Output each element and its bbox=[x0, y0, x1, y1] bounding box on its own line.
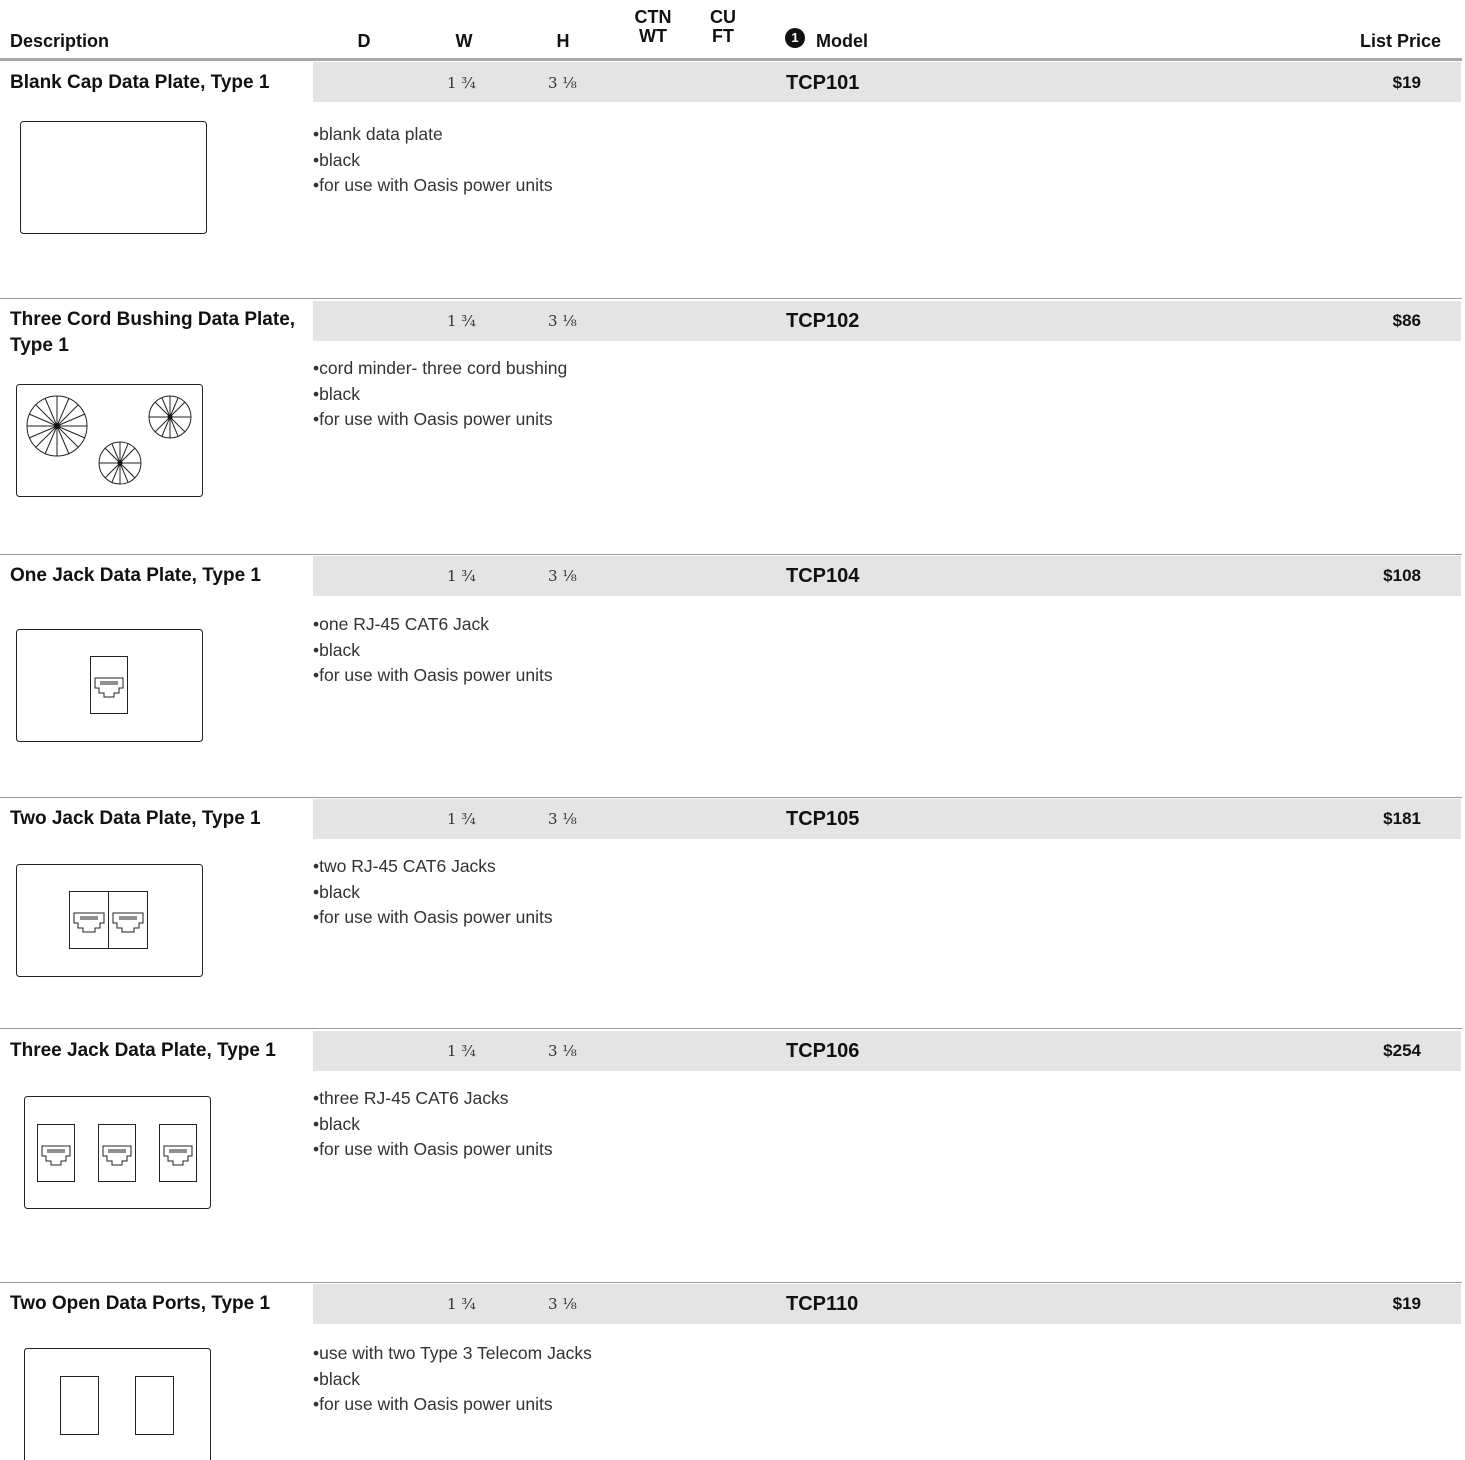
width-value: 1 ¾ bbox=[447, 1042, 476, 1060]
product-title: Blank Cap Data Plate, Type 1 bbox=[10, 72, 270, 93]
feature-item: for use with Oasis power units bbox=[313, 407, 567, 433]
height-value: 3 ⅛ bbox=[548, 1042, 577, 1060]
height-value: 3 ⅛ bbox=[548, 810, 577, 828]
open-port-cutout bbox=[60, 1376, 99, 1435]
height-value: 3 ⅛ bbox=[548, 1295, 577, 1313]
row-divider bbox=[0, 298, 1462, 299]
rj45-jack-icon bbox=[159, 1124, 197, 1182]
table-row: Two Open Data Ports, Type 1 1 ¾ 3 ⅛ TCP1… bbox=[0, 1282, 1465, 1460]
feature-list: use with two Type 3 Telecom Jacks black … bbox=[313, 1341, 592, 1418]
product-title: Two Open Data Ports, Type 1 bbox=[10, 1293, 271, 1314]
table-header: Description D W H CTN WT CU FT 1 Model L… bbox=[0, 0, 1465, 62]
header-carton-weight-top: CTN bbox=[634, 7, 672, 27]
table-row: One Jack Data Plate, Type 1 1 ¾ 3 ⅛ TCP1… bbox=[0, 554, 1465, 797]
table-row: Blank Cap Data Plate, Type 1 1 ¾ 3 ⅛ TCP… bbox=[0, 62, 1465, 298]
open-ports-plate-illustration bbox=[24, 1348, 211, 1460]
list-price: $86 bbox=[1392, 311, 1421, 330]
feature-item: three RJ-45 CAT6 Jacks bbox=[313, 1086, 553, 1112]
rj45-jack-icon bbox=[37, 1124, 75, 1182]
height-value: 3 ⅛ bbox=[548, 567, 577, 585]
feature-item: cord minder- three cord bushing bbox=[313, 356, 567, 382]
feature-item: one RJ-45 CAT6 Jack bbox=[313, 612, 553, 638]
feature-list: three RJ-45 CAT6 Jacks black for use wit… bbox=[313, 1086, 553, 1163]
rj45-jack-icon bbox=[108, 891, 148, 949]
three-jack-plate-illustration bbox=[24, 1096, 211, 1209]
width-value: 1 ¾ bbox=[447, 74, 476, 92]
product-title: Three Jack Data Plate, Type 1 bbox=[10, 1040, 276, 1061]
feature-item: blank data plate bbox=[313, 122, 553, 148]
feature-item: black bbox=[313, 148, 553, 174]
height-value: 3 ⅛ bbox=[548, 312, 577, 330]
cord-bushing-plate-illustration bbox=[16, 384, 203, 497]
blank-plate-illustration bbox=[20, 121, 207, 234]
feature-item: for use with Oasis power units bbox=[313, 173, 552, 199]
feature-item: black bbox=[313, 880, 553, 906]
product-title: Two Jack Data Plate, Type 1 bbox=[10, 808, 261, 829]
header-description: Description bbox=[10, 31, 110, 51]
header-cubic-feet-bottom: FT bbox=[712, 26, 734, 46]
model-number: TCP105 bbox=[786, 808, 860, 830]
header-list-price: List Price bbox=[1360, 31, 1442, 51]
height-value: 3 ⅛ bbox=[548, 74, 577, 92]
feature-list: blank data plate black for use with Oasi… bbox=[313, 122, 553, 199]
row-divider bbox=[0, 797, 1462, 798]
table-row: Two Jack Data Plate, Type 1 1 ¾ 3 ⅛ TCP1… bbox=[0, 797, 1465, 1028]
list-price: $181 bbox=[1383, 809, 1421, 828]
feature-item: black bbox=[313, 1367, 592, 1393]
width-value: 1 ¾ bbox=[447, 312, 476, 330]
rj45-jack-icon bbox=[90, 656, 128, 714]
model-number: TCP101 bbox=[786, 72, 860, 94]
width-value: 1 ¾ bbox=[447, 567, 476, 585]
row-divider bbox=[0, 554, 1462, 555]
feature-item: two RJ-45 CAT6 Jacks bbox=[313, 854, 553, 880]
feature-item: black bbox=[313, 1112, 553, 1138]
header-cubic-feet-top: CU bbox=[710, 7, 736, 27]
width-value: 1 ¾ bbox=[447, 1295, 476, 1313]
row-divider bbox=[0, 1282, 1462, 1283]
list-price: $19 bbox=[1392, 73, 1421, 92]
rj45-jack-icon bbox=[69, 891, 109, 949]
product-title: One Jack Data Plate, Type 1 bbox=[10, 565, 261, 586]
row-highlight-bar bbox=[313, 62, 1461, 102]
header-carton-weight-bottom: WT bbox=[639, 26, 667, 46]
row-divider bbox=[0, 1028, 1462, 1029]
model-number: TCP104 bbox=[786, 565, 860, 587]
row-highlight-bar bbox=[313, 1031, 1461, 1071]
header-depth: D bbox=[357, 31, 371, 51]
note-number-badge: 1 bbox=[785, 28, 805, 48]
row-highlight-bar bbox=[313, 301, 1461, 341]
feature-list: two RJ-45 CAT6 Jacks black for use with … bbox=[313, 854, 553, 931]
table-row: Three Cord Bushing Data Plate, Type 1 1 … bbox=[0, 298, 1465, 554]
table-row: Three Jack Data Plate, Type 1 1 ¾ 3 ⅛ TC… bbox=[0, 1028, 1465, 1282]
header-model: Model bbox=[816, 31, 868, 51]
row-highlight-bar bbox=[313, 556, 1461, 596]
feature-item: for use with Oasis power units bbox=[313, 1392, 592, 1418]
feature-list: one RJ-45 CAT6 Jack black for use with O… bbox=[313, 612, 553, 689]
feature-item: for use with Oasis power units bbox=[313, 1137, 552, 1163]
one-jack-plate-illustration bbox=[16, 629, 203, 742]
feature-item: for use with Oasis power units bbox=[313, 663, 552, 689]
model-number: TCP106 bbox=[786, 1040, 860, 1062]
feature-item: black bbox=[313, 382, 567, 408]
row-highlight-bar bbox=[313, 1284, 1461, 1324]
two-jack-plate-illustration bbox=[16, 864, 203, 977]
header-divider bbox=[0, 58, 1462, 61]
list-price: $254 bbox=[1383, 1041, 1421, 1060]
header-height: H bbox=[556, 31, 570, 51]
feature-item: use with two Type 3 Telecom Jacks bbox=[313, 1341, 592, 1367]
rj45-jack-icon bbox=[98, 1124, 136, 1182]
list-price: $19 bbox=[1392, 1294, 1421, 1313]
width-value: 1 ¾ bbox=[447, 810, 476, 828]
feature-item: black bbox=[313, 638, 553, 664]
feature-item: for use with Oasis power units bbox=[313, 905, 552, 931]
open-port-cutout bbox=[135, 1376, 174, 1435]
row-highlight-bar bbox=[313, 799, 1461, 839]
product-title: Three Cord Bushing Data Plate, Type 1 bbox=[10, 309, 296, 356]
list-price: $108 bbox=[1383, 566, 1421, 585]
feature-list: cord minder- three cord bushing black fo… bbox=[313, 356, 567, 433]
model-number: TCP102 bbox=[786, 310, 860, 332]
header-width: W bbox=[455, 31, 473, 51]
model-number: TCP110 bbox=[786, 1293, 859, 1315]
